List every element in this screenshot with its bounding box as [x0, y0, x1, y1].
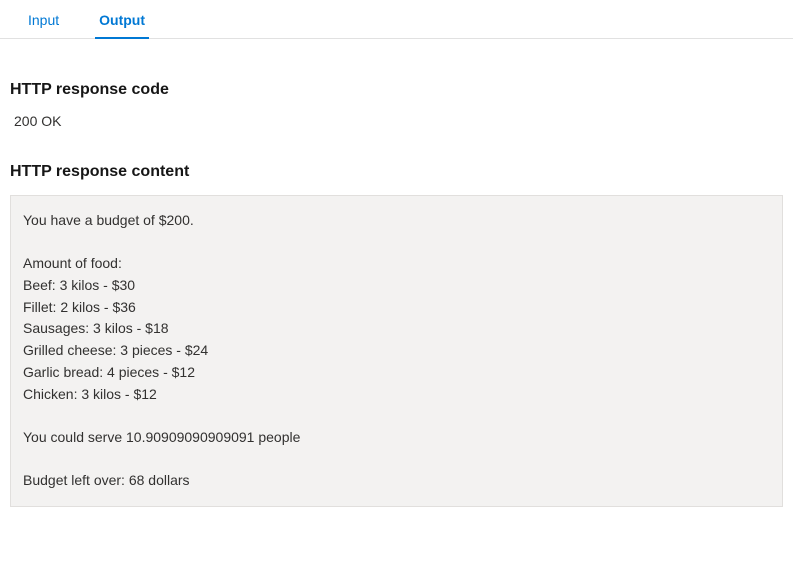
response-code-heading: HTTP response code	[10, 81, 783, 99]
tab-output[interactable]: Output	[79, 0, 165, 38]
response-code-value: 200 OK	[10, 113, 783, 129]
tab-input[interactable]: Input	[8, 0, 79, 38]
response-content-body: You have a budget of $200. Amount of foo…	[10, 195, 783, 507]
tab-bar: Input Output	[0, 0, 793, 39]
output-panel: HTTP response code 200 OK HTTP response …	[0, 39, 793, 515]
response-content-heading: HTTP response content	[10, 163, 783, 181]
